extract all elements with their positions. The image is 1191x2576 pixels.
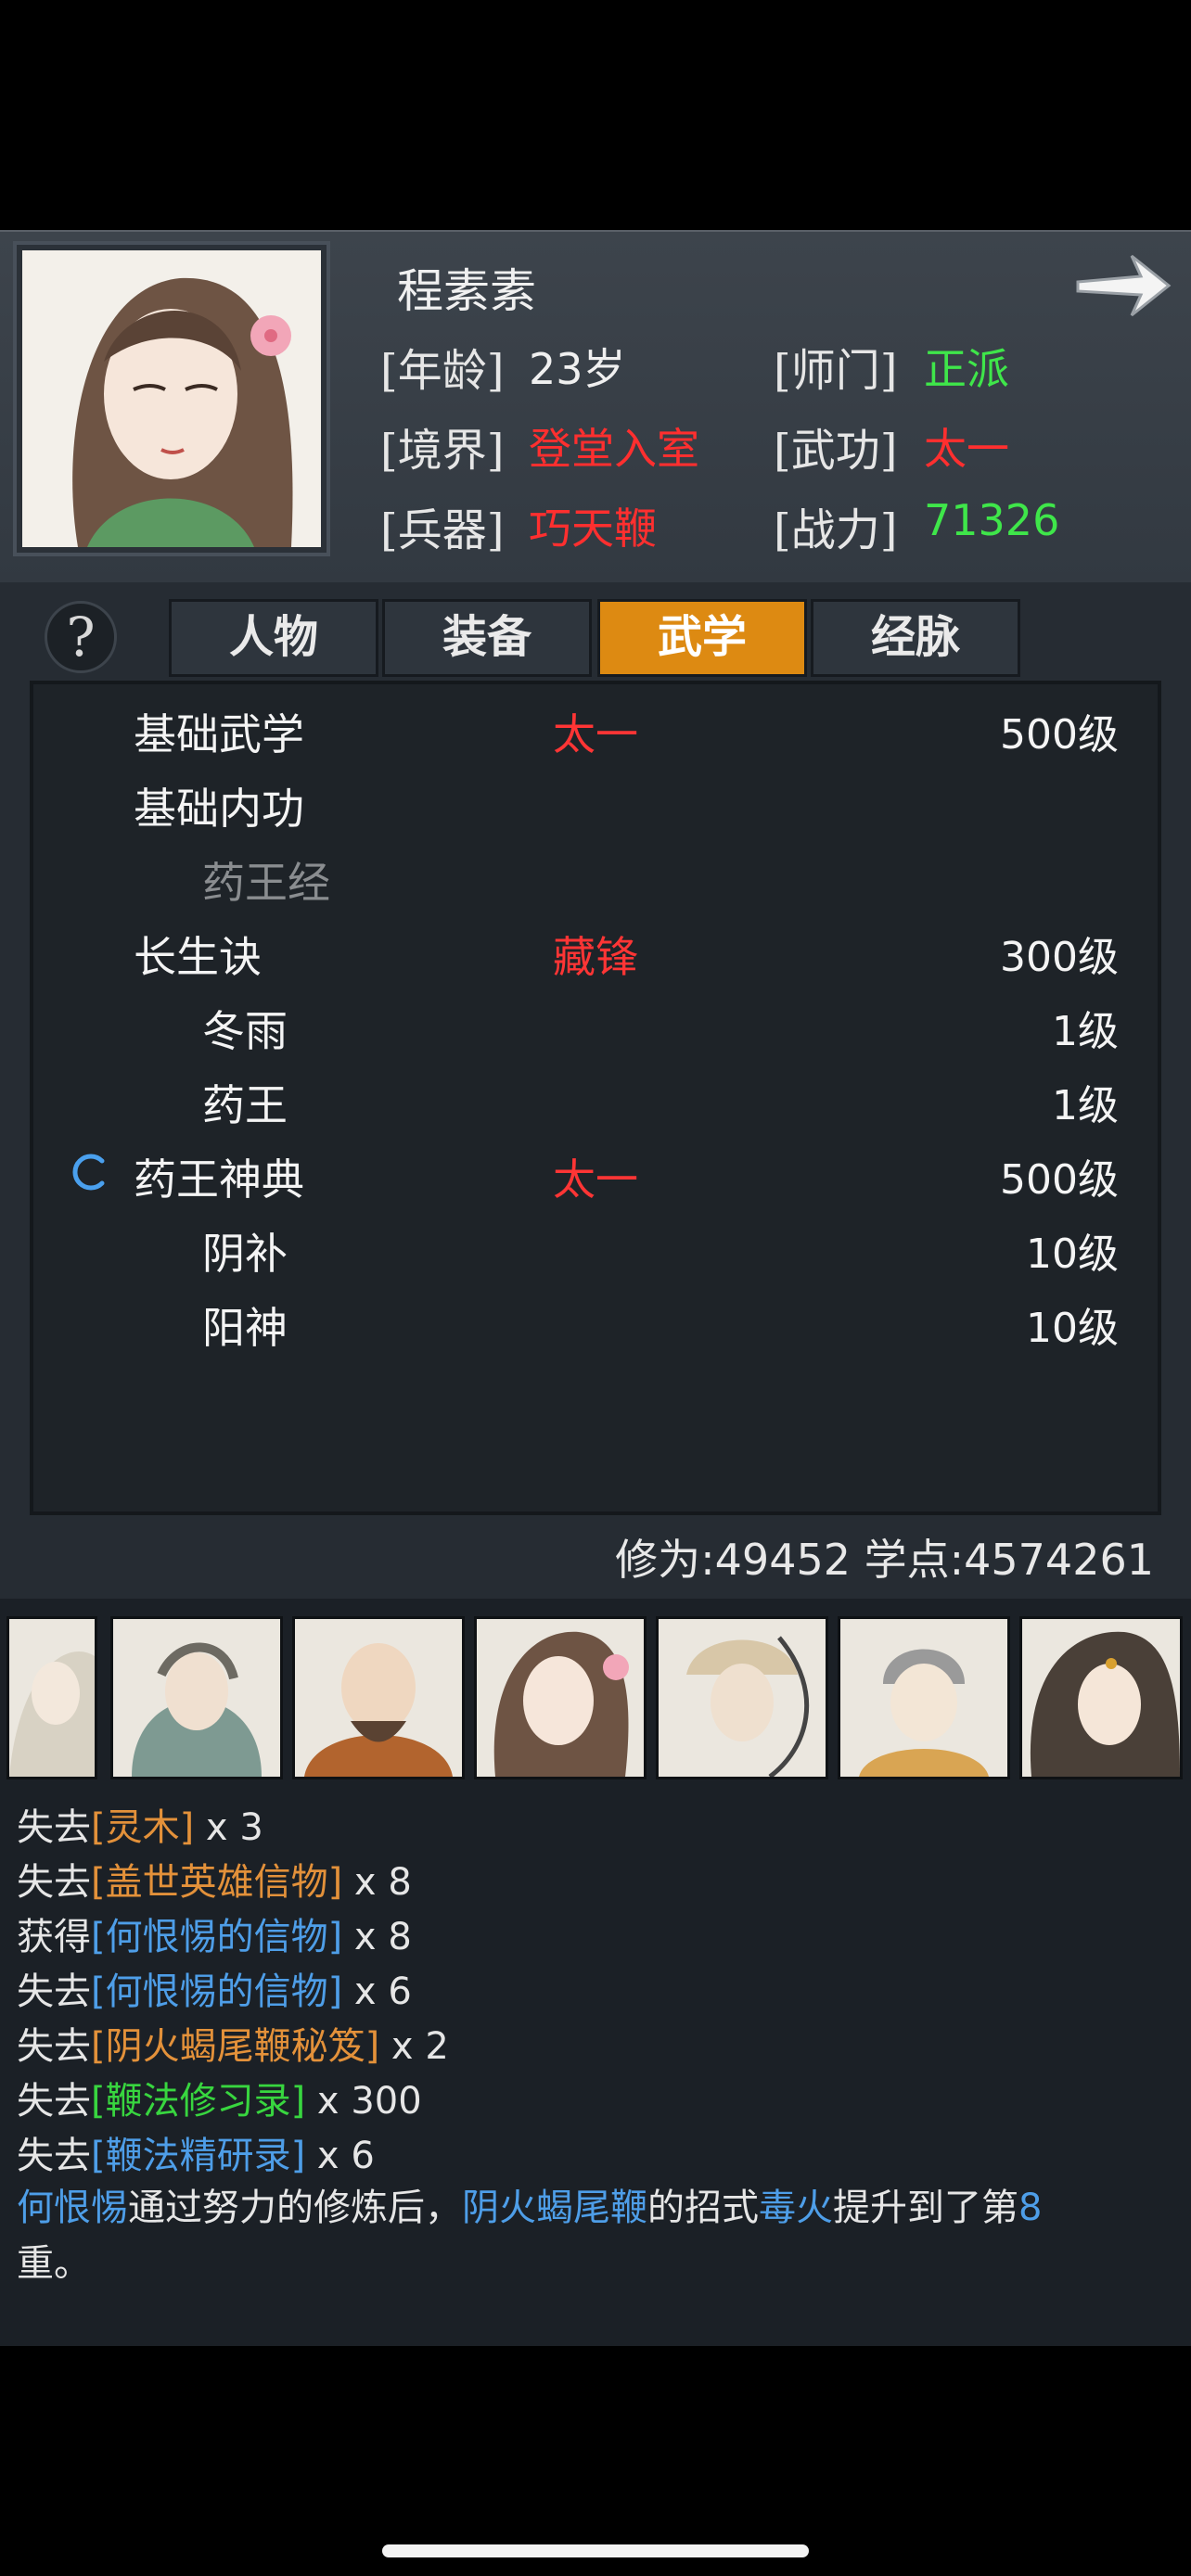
- power-value: 71326: [924, 495, 1060, 545]
- skill-level: 500级: [1000, 711, 1119, 759]
- home-indicator[interactable]: [382, 2544, 809, 2557]
- realm-label: [境界]: [380, 425, 505, 477]
- tab-equipment[interactable]: 装备: [382, 599, 592, 677]
- hero-portrait[interactable]: [1022, 1619, 1180, 1777]
- skill-level: 500级: [1000, 1156, 1119, 1204]
- tab-martial-arts[interactable]: 武学: [597, 599, 807, 677]
- age-value: 23岁: [529, 344, 626, 394]
- hero-portrait[interactable]: [477, 1619, 644, 1777]
- hero-portrait[interactable]: [9, 1619, 95, 1777]
- sect-value: 正派: [924, 344, 1009, 394]
- skill-name[interactable]: 阴补: [202, 1220, 288, 1282]
- power-label: [战力]: [774, 504, 898, 556]
- skill-name[interactable]: 长生诀: [134, 924, 262, 985]
- log-line: 失去[灵木] x 3: [17, 1806, 263, 1849]
- weapon-label: [兵器]: [380, 504, 505, 556]
- character-header: 程素素 [年龄] 23岁 [师门] 正派 [境界] 登堂入室 [武功] 太一 […: [0, 230, 1191, 584]
- cultivation-stats: 修为:49452 学点:4574261: [615, 1535, 1154, 1585]
- help-icon[interactable]: ?: [45, 601, 117, 673]
- martial-label: [武功]: [774, 425, 898, 477]
- loading-spinner-icon: [69, 1152, 109, 1192]
- skill-level: 1级: [1052, 1082, 1119, 1129]
- skill-name[interactable]: 药王: [202, 1072, 288, 1133]
- skill-tag: 太一: [553, 1154, 638, 1205]
- martial-arts-panel: ? 人物 装备 武学 经脉 基础武学 太一 500级 基础内功 药王经 长生诀 …: [0, 582, 1191, 1599]
- tab-character[interactable]: 人物: [169, 599, 378, 677]
- log-line: 失去[鞭法修习录] x 300: [17, 2080, 422, 2123]
- hero-portrait[interactable]: [295, 1619, 462, 1777]
- skill-name[interactable]: 阳神: [202, 1294, 288, 1356]
- log-line: 失去[何恨惕的信物] x 6: [17, 1970, 412, 2013]
- skill-name[interactable]: 基础武学: [134, 701, 304, 762]
- log-line: 失去[鞭法精研录] x 6: [17, 2135, 375, 2177]
- age-label: [年龄]: [380, 345, 505, 397]
- log-line: 失去[盖世英雄信物] x 8: [17, 1861, 412, 1904]
- skill-name[interactable]: 基础内功: [134, 775, 304, 836]
- character-portrait: [22, 250, 321, 547]
- hero-portrait[interactable]: [113, 1619, 280, 1777]
- log-line: 获得[何恨惕的信物] x 8: [17, 1916, 412, 1958]
- next-arrow-icon[interactable]: [1072, 249, 1174, 323]
- skill-tag: 太一: [553, 709, 638, 759]
- skill-name[interactable]: 药王经: [202, 849, 330, 911]
- tab-meridians[interactable]: 经脉: [811, 599, 1020, 677]
- skill-name[interactable]: 药王神典: [134, 1146, 304, 1207]
- weapon-value: 巧天鞭: [529, 504, 657, 554]
- martial-value: 太一: [924, 424, 1009, 474]
- message-log: 失去[灵木] x 3 失去[盖世英雄信物] x 8 获得[何恨惕的信物] x 8…: [0, 1599, 1191, 2346]
- hero-portrait[interactable]: [659, 1619, 826, 1777]
- hero-portrait[interactable]: [840, 1619, 1007, 1777]
- sect-label: [师门]: [774, 345, 898, 397]
- skill-list: 基础武学 太一 500级 基础内功 药王经 长生诀 藏锋 300级 冬雨 1级 …: [30, 681, 1161, 1515]
- skill-name[interactable]: 冬雨: [202, 998, 288, 1059]
- skill-level: 1级: [1052, 1008, 1119, 1055]
- log-message: 何恨惕通过努力的修炼后，阴火蝎尾鞭的招式毒火提升到了第8 重。: [17, 2187, 1043, 2285]
- skill-level: 300级: [1000, 934, 1119, 981]
- realm-value: 登堂入室: [529, 424, 699, 474]
- skill-tag: 藏锋: [553, 932, 638, 982]
- character-name: 程素素: [397, 264, 536, 318]
- log-line: 失去[阴火蝎尾鞭秘笈] x 2: [17, 2025, 449, 2068]
- skill-level: 10级: [1026, 1231, 1119, 1278]
- skill-level: 10级: [1026, 1305, 1119, 1352]
